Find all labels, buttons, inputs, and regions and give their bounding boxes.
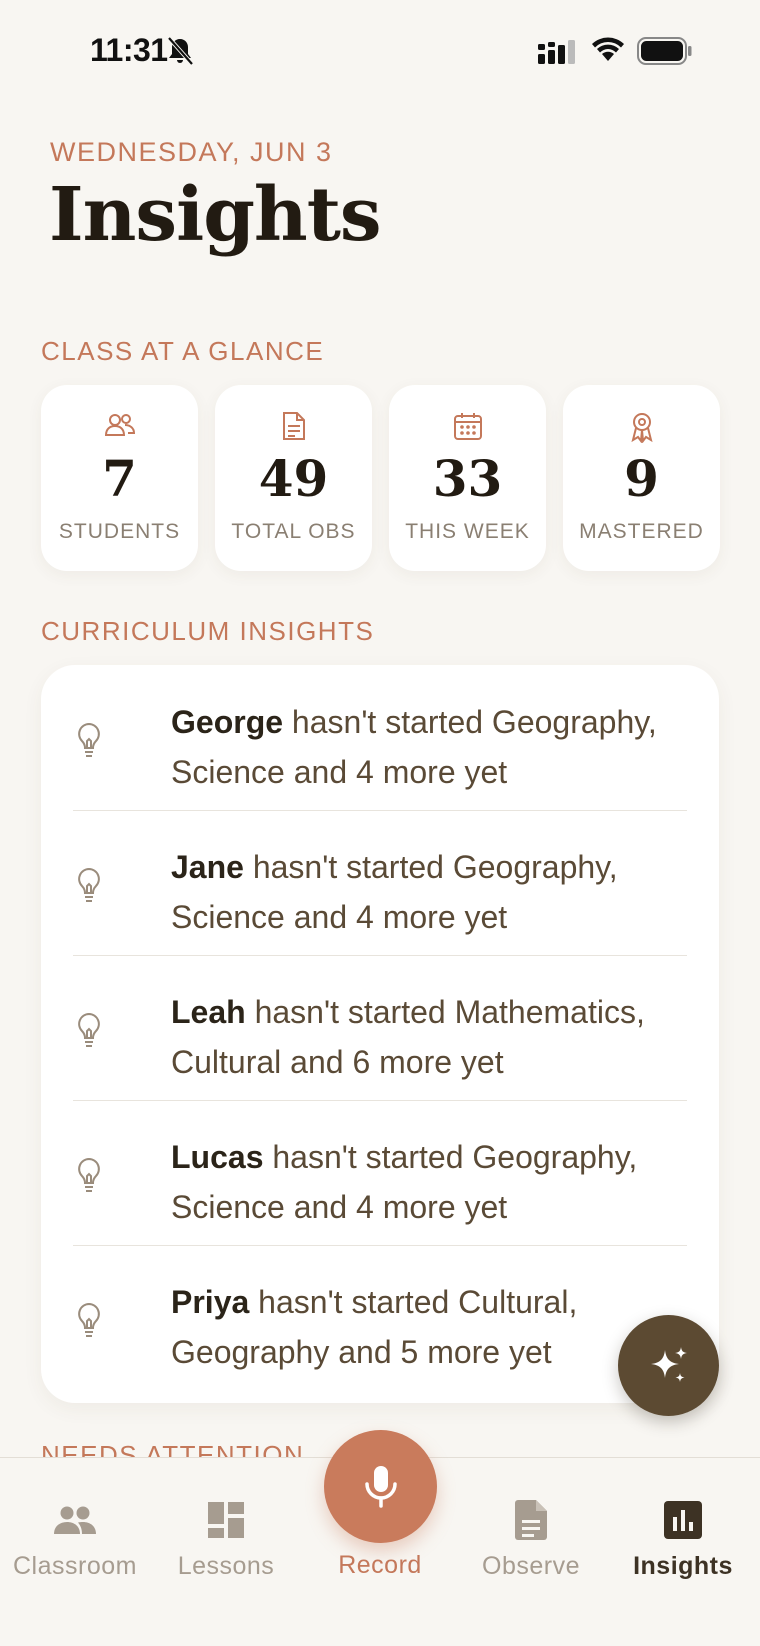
stat-label: STUDENTS [58,520,181,543]
battery-icon [637,37,692,65]
tab-label: Insights [633,1552,733,1580]
page-title: Insights [49,172,382,258]
student-name: George [171,704,284,740]
stat-value: 49 [258,449,329,508]
tab-label: Observe [482,1552,580,1580]
lightbulb-icon [78,867,100,902]
insight-text: Jane hasn't started Geography, Science a… [171,842,691,942]
tab-lessons[interactable]: Lessons [151,1498,301,1581]
cellular-signal-icon [538,40,575,64]
lightbulb-icon [78,1302,100,1337]
class-at-a-glance-heading: CLASS AT A GLANCE [41,336,325,366]
students-icon [104,414,135,436]
insight-row-leah[interactable]: Leah hasn't started Mathematics, Cultura… [73,955,687,1100]
insight-row-jane[interactable]: Jane hasn't started Geography, Science a… [73,810,687,955]
award-icon [630,413,653,443]
tab-label: Classroom [13,1552,137,1580]
insight-row-george[interactable]: George hasn't started Geography, Science… [73,665,687,810]
stat-card-students[interactable]: 7 STUDENTS [41,385,198,571]
wifi-icon [592,37,624,61]
document-icon [282,412,305,440]
curriculum-insights-card: George hasn't started Geography, Science… [41,665,719,1403]
insight-text: Priya hasn't started Cultural, Geography… [171,1277,691,1377]
people-icon [54,1506,96,1534]
lightbulb-icon [78,1012,100,1047]
stat-value: 33 [432,449,503,508]
stat-label: THIS WEEK [405,520,530,543]
record-button[interactable] [324,1430,437,1543]
microphone-icon [364,1465,397,1508]
stat-value: 7 [102,449,137,508]
dashboard-icon [208,1502,244,1538]
insight-text: George hasn't started Geography, Science… [171,697,691,797]
student-name: Jane [171,849,244,885]
insight-text: Lucas hasn't started Geography, Science … [171,1132,691,1232]
stat-label: TOTAL OBS [231,520,356,543]
sparkles-icon [650,1346,687,1382]
stat-value: 9 [624,449,659,508]
tab-insights[interactable]: Insights [608,1498,758,1581]
curriculum-insights-heading: CURRICULUM INSIGHTS [41,616,375,646]
insight-row-priya[interactable]: Priya hasn't started Cultural, Geography… [73,1245,687,1390]
stat-card-total-obs[interactable]: 49 TOTAL OBS [215,385,372,571]
calendar-icon [453,413,482,440]
student-name: Lucas [171,1139,264,1175]
document-icon [515,1500,547,1540]
stat-label: MASTERED [579,520,704,543]
tab-classroom[interactable]: Classroom [0,1498,150,1581]
tab-label: Lessons [177,1552,275,1580]
insight-text: Leah hasn't started Mathematics, Cultura… [171,987,691,1087]
stat-card-mastered[interactable]: 9 MASTERED [563,385,720,571]
status-bar: 11:31 [0,0,760,100]
student-name: Leah [171,994,246,1030]
lightbulb-icon [78,1157,100,1192]
stat-card-this-week[interactable]: 33 THIS WEEK [389,385,546,571]
record-label: Record [338,1551,422,1579]
bar-chart-icon [664,1501,702,1539]
ai-assistant-button[interactable] [618,1315,719,1416]
bell-slash-icon [167,36,194,66]
status-time: 11:31 [90,32,168,68]
lightbulb-icon [78,722,100,757]
student-name: Priya [171,1284,250,1320]
tab-observe[interactable]: Observe [456,1498,606,1581]
date-label: WEDNESDAY, JUN 3 [50,137,333,167]
insight-row-lucas[interactable]: Lucas hasn't started Geography, Science … [73,1100,687,1245]
